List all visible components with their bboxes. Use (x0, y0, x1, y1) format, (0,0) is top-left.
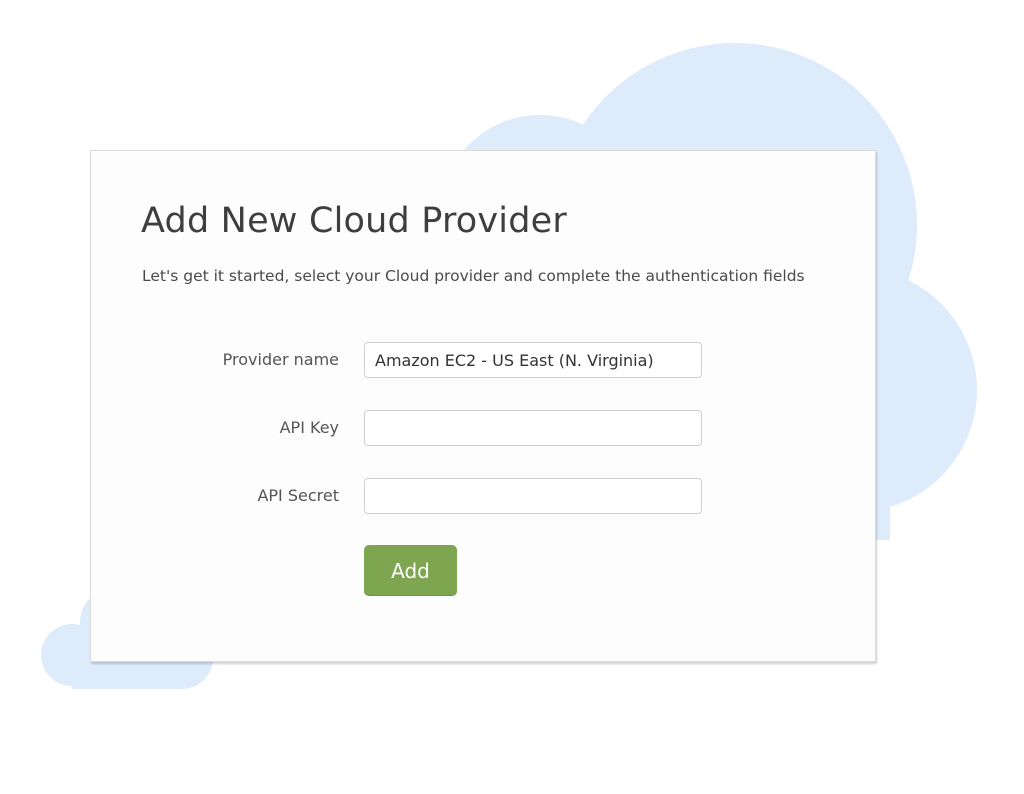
api-key-row: API Key (91, 410, 877, 446)
add-provider-dialog: Add New Cloud Provider Let's get it star… (90, 150, 876, 662)
provider-name-input[interactable] (364, 342, 702, 378)
api-secret-input[interactable] (364, 478, 702, 514)
api-secret-label: API Secret (257, 486, 339, 505)
provider-name-row: Provider name (91, 342, 877, 378)
api-secret-row: API Secret (91, 478, 877, 514)
provider-name-label: Provider name (222, 350, 339, 369)
page-background: Add New Cloud Provider Let's get it star… (0, 0, 1024, 794)
dialog-subtitle: Let's get it started, select your Cloud … (142, 267, 805, 285)
add-button[interactable]: Add (364, 545, 457, 596)
api-key-label: API Key (279, 418, 339, 437)
dialog-title: Add New Cloud Provider (141, 201, 567, 241)
api-key-input[interactable] (364, 410, 702, 446)
